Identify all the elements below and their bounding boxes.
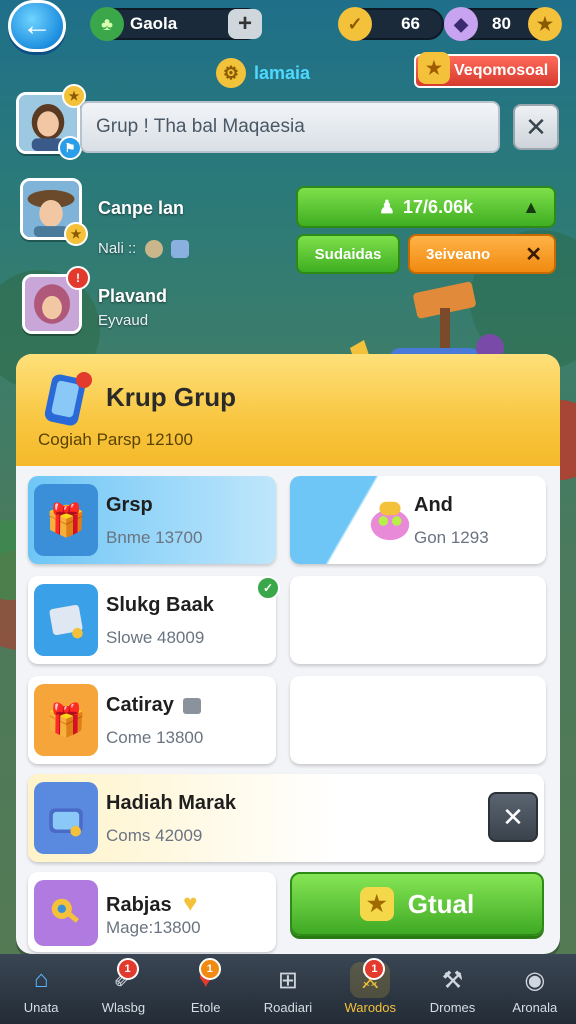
group-panel: Krup Grup Cogiah Parsp 12100 🎁 Grsp Bnme… [16,354,560,954]
card-value: Slowe 48009 [106,628,205,647]
back-arrow-icon: ← [22,9,52,42]
bottom-navigation: ⌂ Unata ✐ 1 Wlasbg ♥ 1 Etole ⊞ Roadiari … [0,954,576,1024]
sub-bar: ⚙ lamaia ★ Veqomosoal [0,52,576,90]
friend-score-button[interactable]: ♟ 17/6.06k ▲ [296,186,556,228]
notice-button[interactable]: ★ Veqomosoal [414,52,560,88]
card-value: Gon 1293 [414,528,489,547]
scroll-icon [34,584,98,656]
phone-icon [44,372,92,426]
nav-label: Unata [23,1000,59,1015]
back-button[interactable]: ← [8,0,66,52]
nav-label: Roadiari [263,1000,313,1015]
reward-card[interactable]: 🎁 Catiray Come 13800 [28,676,276,764]
grid-icon: ⊞ [277,966,299,994]
reward-card[interactable]: Slukg Baak Slowe 48009 [28,576,276,664]
add-clover-button[interactable]: + [228,9,262,39]
card-title: Catiray [106,694,202,717]
nav-item-games[interactable]: ⚒ Dromes [411,954,493,1024]
card-title: Rabjas ♥ [106,890,198,917]
home-icon: ▲ [522,196,540,217]
panel-header: Krup Grup Cogiah Parsp 12100 [16,354,560,466]
reward-card-wide[interactable]: Hadiah Marak Coms 42009 ✕ [28,774,544,862]
coin-resource: ✓ 66 [338,7,444,41]
key-icon [34,880,98,946]
empty-card-slot[interactable] [290,576,546,664]
nav-item-messages[interactable]: ✐ 1 Wlasbg [82,954,164,1024]
search-close-button[interactable]: ✕ [513,104,559,150]
top-bar: ← ♣ Gaola + ✓ 66 ◆ 80 ★ [0,0,576,60]
friend-accept-button[interactable]: Sudaidas [296,234,400,274]
check-badge-icon: ✓ [256,576,280,600]
chat-icon [170,240,189,259]
coin-value: 66 [401,14,420,33]
card-value: Bnme 13700 [106,528,203,547]
collect-label: Gtual [407,888,475,919]
star-icon: ★ [418,52,450,84]
people-icon: ♟ [378,196,396,217]
gift-box-icon: 🎁 [34,484,98,556]
gem-value: 80 [492,14,511,33]
card-title: Grsp [106,494,153,516]
gem-resource: ◆ 80 ★ [444,7,562,41]
notice-label: Veqomosoal [454,62,549,79]
nav-item-battles[interactable]: ⚔ 1 Warodos [329,954,411,1024]
search-input[interactable]: Grup ! Tha bal Maqaesia [80,101,500,153]
card-title: Hadiah Marak [106,792,237,814]
alert-badge-icon: ! [66,266,90,290]
hourglass-icon [144,240,163,259]
wrench-icon: ⚒ [441,966,464,994]
friend-invite-button[interactable]: 3eiveano ✕ [408,234,556,274]
treasure-box-icon [34,782,98,854]
clover-resource: ♣ Gaola + [90,7,262,41]
notification-badge: 1 [116,958,139,980]
level-badge-icon: ⚑ [58,136,82,160]
section-title-label: lamaia [254,62,311,83]
empty-card-slot[interactable] [290,676,546,764]
coin-icon: ✓ [338,7,372,41]
card-value: Coms 42009 [106,826,203,845]
gold-badge-icon: ★ [64,222,88,246]
notification-badge: 1 [198,958,221,980]
hammer-icon [183,697,202,714]
card-close-button[interactable]: ✕ [488,792,538,842]
nav-label: Etole [190,1000,221,1015]
nav-label: Warodos [344,1000,397,1015]
card-title: And [414,494,453,516]
card-value: Mage:13800 [106,918,201,937]
nav-label: Wlasbg [101,1000,146,1015]
close-icon[interactable]: ✕ [525,242,542,267]
star-icon: ★ [359,887,394,921]
gem-icon: ◆ [444,7,478,41]
reward-card[interactable]: 🎁 Grsp Bnme 13700 [28,476,276,564]
nav-item-favorites[interactable]: ♥ 1 Etole [165,954,247,1024]
reward-card[interactable]: And Gon 1293 [290,476,546,564]
clover-label: Gaola [130,14,178,33]
heart-icon: ♥ [183,890,198,917]
nav-label: Aronala [512,1000,558,1015]
friend-name: Plavand [98,286,168,306]
friend-status: Nali :: [98,240,189,259]
section-title: ⚙ lamaia [216,58,310,88]
collect-button[interactable]: ★ Gtual [290,872,544,936]
nav-item-map[interactable]: ⊞ Roadiari [247,954,329,1024]
gear-icon[interactable]: ⚙ [216,58,246,88]
add-gem-button[interactable]: ★ [528,7,562,41]
friend-invite-label: 3eiveano [426,245,491,263]
panel-subtitle: Cogiah Parsp 12100 [38,430,194,449]
slime-mascot-icon [358,484,422,556]
friend-status: Eyvaud [98,312,149,329]
gift-box-icon: 🎁 [34,684,98,756]
nav-item-home[interactable]: ⌂ Unata [0,954,82,1024]
card-title: Slukg Baak [106,594,214,616]
clover-icon: ♣ [90,7,124,41]
friend-score-label: 17/6.06k [403,196,474,217]
home-icon: ⌂ [33,966,49,993]
panel-title: Krup Grup [106,382,236,412]
nav-label: Dromes [429,1000,476,1015]
robot-icon: ◉ [524,966,546,994]
reward-card[interactable]: Rabjas ♥ Mage:13800 [28,872,276,952]
nav-item-arena[interactable]: ◉ Aronala [494,954,576,1024]
card-value: Come 13800 [106,728,204,747]
friend-name: Canpe lan [98,198,185,218]
